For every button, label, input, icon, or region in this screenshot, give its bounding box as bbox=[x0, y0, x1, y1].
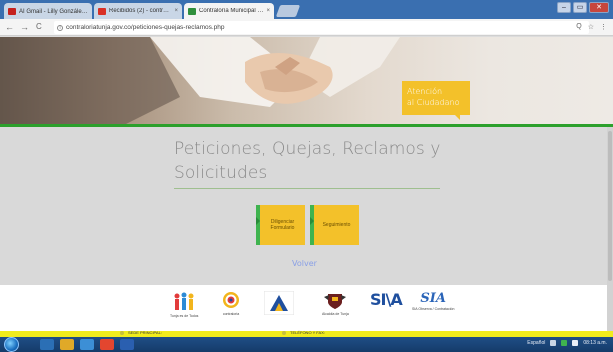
gmail-icon bbox=[8, 7, 16, 15]
attention-badge[interactable]: Atención al Ciudadano bbox=[402, 81, 470, 120]
coat-of-arms-icon bbox=[324, 294, 347, 309]
page-title: Peticiones, Quejas, Reclamos y Solicitud… bbox=[174, 139, 441, 183]
sia-wordmark: SI\A bbox=[370, 290, 403, 309]
start-button[interactable] bbox=[4, 337, 19, 352]
scrollbar-thumb[interactable] bbox=[608, 131, 612, 281]
tab-inbox[interactable]: Recibidos (2) - contralor... × bbox=[94, 3, 182, 19]
taskbar: Español 08:13 a.m. bbox=[0, 337, 613, 352]
clock[interactable]: 08:13 a.m. bbox=[583, 340, 607, 346]
tracking-button[interactable]: Seguimiento bbox=[310, 205, 359, 245]
triangle-icon bbox=[264, 291, 294, 315]
location-icon bbox=[120, 331, 124, 335]
volume-icon[interactable] bbox=[572, 340, 579, 346]
target-icon bbox=[223, 292, 239, 308]
page-content: Atención al Ciudadano Peticiones, Quejas… bbox=[0, 37, 613, 331]
network-icon[interactable] bbox=[561, 340, 568, 346]
logo-caption: SIA Observa / Contratación bbox=[412, 307, 455, 311]
speech-tail bbox=[454, 114, 460, 120]
bookmark-star-icon[interactable]: ☆ bbox=[588, 23, 594, 31]
toolbar-icons: Q ☆ ⋮ bbox=[576, 23, 607, 31]
tile-arrow-icon bbox=[256, 217, 260, 225]
triangle-logo[interactable] bbox=[264, 291, 294, 315]
zoom-icon[interactable]: Q bbox=[576, 23, 581, 31]
footer-phone-title: TELÉFONO Y FAX: bbox=[290, 330, 325, 335]
concentric-logo[interactable]: contraloria bbox=[222, 291, 240, 316]
partner-logos: Tunja es de Todos contraloria Alcaldía d… bbox=[0, 285, 607, 331]
tab-strip: AI Gmail - Lilly González ✉ ✕ Recibidos … bbox=[0, 0, 613, 19]
menu-icon[interactable]: ⋮ bbox=[600, 23, 607, 31]
window-controls: – ▭ ✕ bbox=[557, 2, 609, 13]
handshake-image bbox=[0, 37, 400, 127]
keyboard-icon[interactable] bbox=[550, 340, 557, 346]
sia-observa-wordmark: SIA bbox=[420, 291, 446, 306]
logo-caption: Tunja es de Todos bbox=[170, 314, 199, 318]
taskbar-app-chrome[interactable] bbox=[100, 339, 114, 350]
main-section: Peticiones, Quejas, Reclamos y Solicitud… bbox=[0, 127, 607, 285]
phone-icon bbox=[282, 331, 286, 335]
mail-icon bbox=[98, 7, 106, 15]
tab-gmail[interactable]: AI Gmail - Lilly González ✉ ✕ bbox=[4, 3, 92, 19]
tile-label: Seguimiento bbox=[322, 222, 351, 228]
attention-line-1: Atención bbox=[407, 87, 443, 96]
tile-arrow-icon bbox=[310, 217, 314, 225]
scrollbar[interactable] bbox=[607, 127, 613, 331]
tab-contraloria[interactable]: Contraloría Municipal de... × bbox=[184, 3, 274, 19]
fill-form-button[interactable]: Diligenciar Formulario bbox=[256, 205, 305, 245]
minimize-button[interactable]: – bbox=[557, 2, 571, 13]
url-text: contraloriatunja.gov.co/peticiones-queja… bbox=[66, 24, 225, 31]
tab-title: Contraloría Municipal de... bbox=[199, 8, 264, 14]
back-button[interactable]: ← bbox=[5, 22, 14, 32]
close-tab-icon[interactable]: × bbox=[174, 8, 178, 14]
taskbar-app-media[interactable] bbox=[80, 339, 94, 350]
logo-caption: contraloria bbox=[222, 312, 240, 316]
browser-toolbar: ← → C i contraloriatunja.gov.co/peticion… bbox=[0, 19, 613, 36]
taskbar-app-explorer[interactable] bbox=[40, 339, 54, 350]
back-link[interactable]: Volver bbox=[292, 259, 317, 268]
tunja-logo[interactable]: Tunja es de Todos bbox=[170, 291, 198, 318]
reload-button[interactable]: C bbox=[36, 22, 42, 32]
site-favicon-icon bbox=[188, 7, 196, 15]
hero-banner: Atención al Ciudadano bbox=[0, 37, 613, 127]
attention-line-2: al Ciudadano bbox=[407, 98, 460, 107]
info-icon[interactable]: i bbox=[57, 24, 63, 31]
close-window-button[interactable]: ✕ bbox=[589, 2, 609, 13]
browser-window: AI Gmail - Lilly González ✉ ✕ Recibidos … bbox=[0, 0, 613, 352]
close-tab-icon[interactable]: × bbox=[266, 8, 270, 14]
sia-logo[interactable]: SI\A bbox=[370, 290, 403, 309]
footer-address-title: SEDE PRINCIPAL: bbox=[128, 330, 162, 335]
tab-title: AI Gmail - Lilly González ✉ ✕ bbox=[19, 8, 88, 15]
tab-title: Recibidos (2) - contralor... bbox=[109, 8, 172, 14]
title-underline bbox=[174, 188, 440, 189]
new-tab-button[interactable] bbox=[275, 5, 301, 17]
coat-of-arms-logo[interactable]: Alcaldía de Tunja bbox=[322, 291, 349, 316]
forward-button[interactable]: → bbox=[20, 22, 29, 32]
language-indicator[interactable]: Español bbox=[527, 340, 545, 346]
tunja-people-icon bbox=[174, 292, 194, 310]
sia-observa-logo[interactable]: SIA SIA Observa / Contratación bbox=[412, 291, 454, 311]
taskbar-app-folder[interactable] bbox=[60, 339, 74, 350]
taskbar-app-word[interactable] bbox=[120, 339, 134, 350]
address-bar[interactable]: i contraloriatunja.gov.co/peticiones-que… bbox=[54, 21, 589, 34]
tile-label: Diligenciar Formulario bbox=[270, 219, 295, 231]
logo-caption: Alcaldía de Tunja bbox=[322, 312, 349, 316]
maximize-button[interactable]: ▭ bbox=[573, 2, 587, 13]
system-tray: Español 08:13 a.m. bbox=[527, 340, 607, 346]
